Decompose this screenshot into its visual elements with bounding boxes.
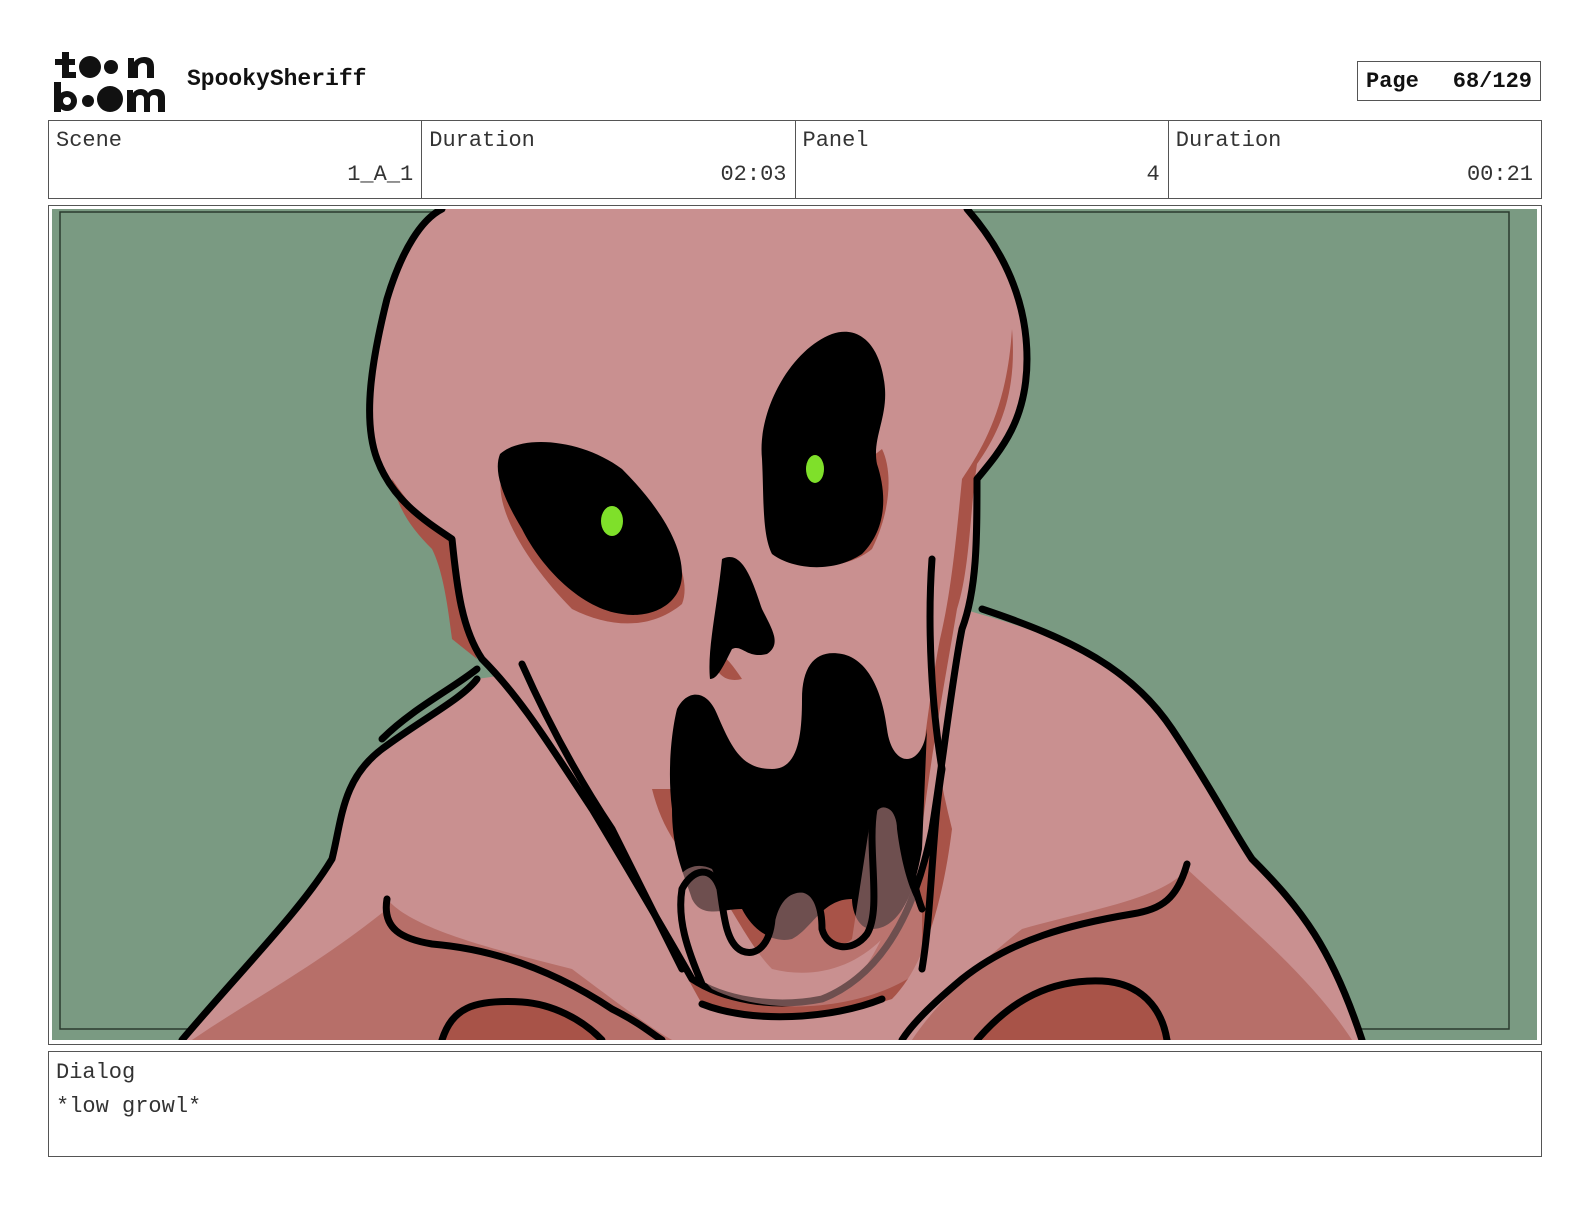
page-indicator: Page 68/129 xyxy=(1357,61,1541,101)
dialog-label: Dialog xyxy=(56,1060,136,1085)
dialog-text: *low growl* xyxy=(56,1094,202,1119)
panel-duration-label: Duration xyxy=(1175,128,1282,153)
scene-label: Scene xyxy=(56,128,123,153)
page-label: Page xyxy=(1366,68,1419,94)
scene-cell: Scene 1_A_1 xyxy=(49,121,423,198)
scene-value: 1_A_1 xyxy=(347,162,414,187)
panel-cell: Panel 4 xyxy=(796,121,1169,198)
right-eye-pupil xyxy=(806,455,824,483)
panel-value: 4 xyxy=(1146,162,1160,187)
panel-illustration xyxy=(52,209,1537,1040)
panel-duration-value: 00:21 xyxy=(1466,162,1533,187)
toon-boom-logo xyxy=(54,52,165,112)
info-row: Scene 1_A_1 Duration 02:03 Panel 4 Durat… xyxy=(48,120,1542,199)
scene-duration-label: Duration xyxy=(429,128,535,153)
project-title: SpookySheriff xyxy=(187,66,367,92)
left-eye-pupil xyxy=(601,506,623,536)
scene-duration-value: 02:03 xyxy=(720,162,787,187)
panel-duration-cell: Duration 00:21 xyxy=(1169,121,1541,198)
page-number: 68/129 xyxy=(1452,68,1532,94)
panel-label: Panel xyxy=(802,128,869,153)
storyboard-panel xyxy=(48,205,1542,1045)
dialog-box: Dialog *low growl* xyxy=(48,1051,1542,1157)
scene-duration-cell: Duration 02:03 xyxy=(422,121,796,198)
